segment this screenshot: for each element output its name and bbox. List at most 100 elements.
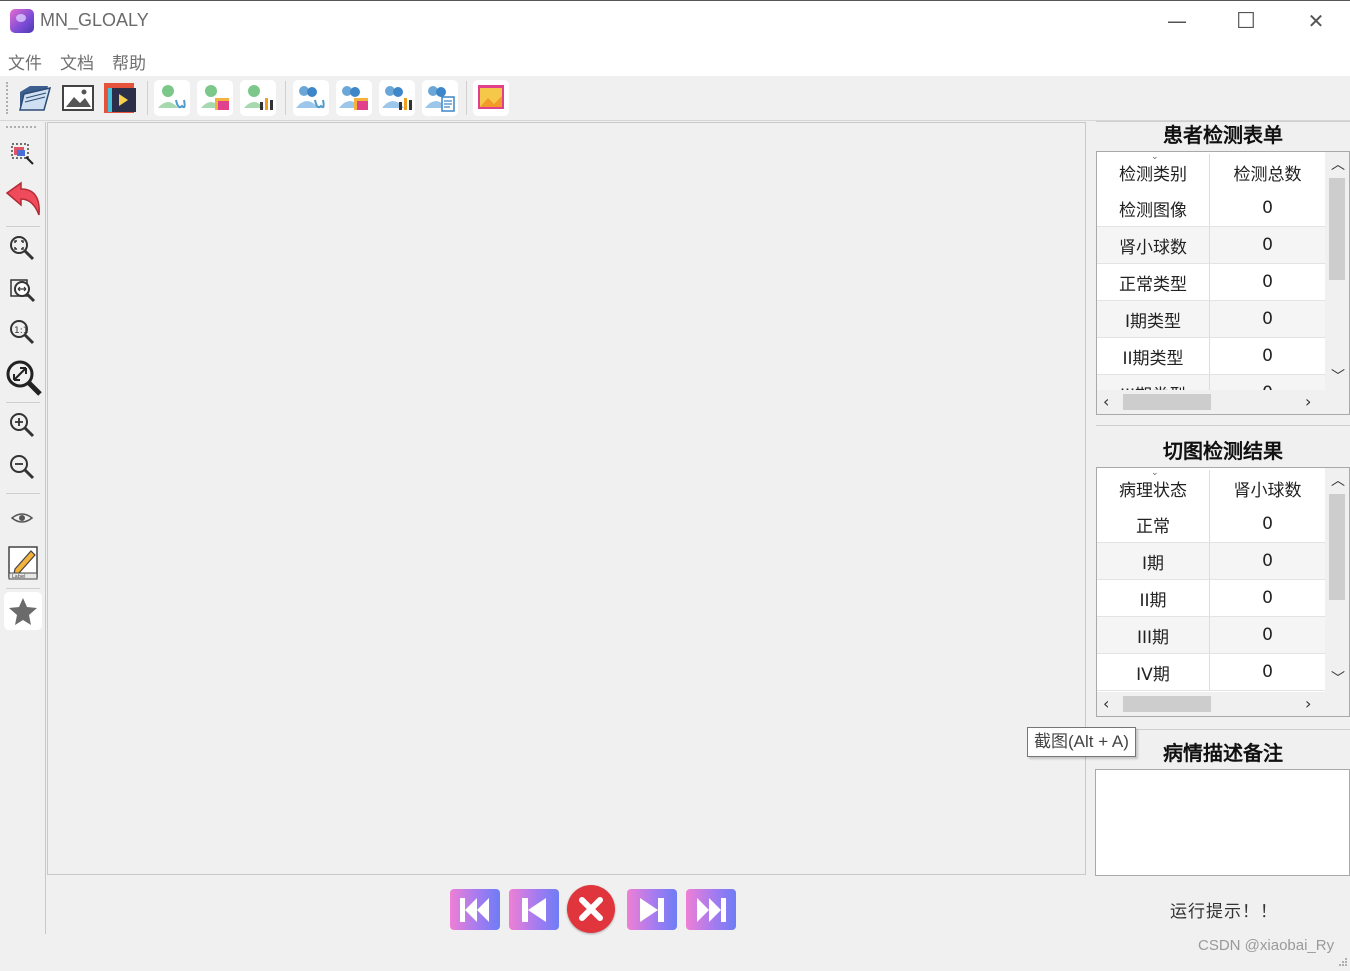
first-icon — [460, 897, 489, 922]
table-header-cell[interactable]: 病理状态 — [1097, 470, 1210, 507]
patient-image-icon[interactable] — [197, 80, 233, 116]
svg-text:Label: Label — [12, 574, 26, 580]
group-detect-icon[interactable] — [293, 80, 329, 116]
scroll-up-icon[interactable]: ︿ — [1331, 470, 1345, 490]
scrollbar-thumb[interactable] — [1329, 178, 1345, 280]
table-cell-label: 正常 — [1097, 506, 1210, 542]
resize-grip-icon[interactable] — [1338, 952, 1348, 966]
eye-icon[interactable] — [4, 500, 40, 536]
undo-icon[interactable] — [2, 178, 44, 220]
zoom-all-icon[interactable] — [2, 356, 44, 398]
table-header-cell[interactable]: 肾小球数 — [1210, 470, 1325, 507]
table-cell-label: II期类型 — [1097, 338, 1210, 374]
table-cell-value: 0 — [1262, 272, 1273, 292]
scrollbar-thumb[interactable] — [1123, 394, 1211, 410]
scrollbar-thumb[interactable] — [1123, 696, 1211, 712]
vertical-scrollbar[interactable]: ︿ ﹀ — [1325, 468, 1349, 692]
patient-detect-icon[interactable] — [154, 80, 190, 116]
table-cell-label: IV期 — [1097, 654, 1210, 690]
label-edit-icon[interactable]: Label — [2, 542, 44, 584]
group-document-icon[interactable] — [422, 80, 458, 116]
last-icon — [697, 897, 726, 922]
zoom-in-icon[interactable] — [4, 407, 40, 443]
menu-help[interactable]: 帮助 — [112, 49, 146, 74]
close-button[interactable]: ✕ — [1281, 0, 1350, 42]
table-cell-value: 0 — [1262, 309, 1273, 329]
notes-textarea[interactable] — [1095, 769, 1350, 876]
side-separator — [6, 588, 40, 589]
table-row[interactable]: I期 0 — [1097, 543, 1325, 580]
star-icon[interactable] — [4, 592, 42, 630]
table-row[interactable]: II期 0 — [1097, 580, 1325, 617]
video-icon[interactable] — [102, 80, 138, 116]
open-folder-icon[interactable] — [16, 80, 52, 116]
menu-file[interactable]: 文件 — [8, 49, 42, 74]
table-cell-value: 0 — [1262, 588, 1273, 608]
next-icon — [640, 897, 664, 922]
table-header-cell[interactable]: 检测类别 — [1097, 154, 1210, 191]
table-row[interactable]: 正常 0 — [1097, 506, 1325, 543]
table-header-cell[interactable]: 检测总数 — [1210, 154, 1325, 191]
table-row[interactable]: I期类型 0 — [1097, 301, 1325, 338]
menu-document[interactable]: 文档 — [60, 49, 94, 74]
table-cell-value: 0 — [1262, 346, 1273, 366]
scrollbar-thumb[interactable] — [1329, 494, 1345, 600]
table-row[interactable]: 正常类型 0 — [1097, 264, 1325, 301]
patient-chart-icon[interactable] — [240, 80, 276, 116]
scroll-down-icon[interactable]: ﹀ — [1331, 668, 1345, 688]
toolbar-separator — [147, 81, 148, 115]
scroll-left-icon[interactable]: ‹ — [1103, 392, 1109, 411]
horizontal-scrollbar[interactable]: ‹ › — [1097, 390, 1349, 414]
table-cell-label: 肾小球数 — [1097, 227, 1210, 263]
table-row[interactable]: 检测图像 0 — [1097, 190, 1325, 227]
zoom-out-icon[interactable] — [4, 449, 40, 485]
table-header-row: 检测类别 检测总数 — [1097, 154, 1325, 191]
zoom-actual-icon[interactable]: 1:1 — [4, 314, 40, 350]
side-separator — [6, 493, 40, 494]
table-cell-label: III期 — [1097, 617, 1210, 653]
scroll-right-icon[interactable]: › — [1305, 694, 1311, 713]
stop-button[interactable] — [567, 885, 615, 933]
table-cell-label: 检测图像 — [1097, 190, 1210, 226]
first-button[interactable] — [450, 889, 500, 930]
table-row[interactable]: IV期 0 — [1097, 654, 1325, 691]
scroll-down-icon[interactable]: ﹀ — [1331, 366, 1345, 386]
table-cell-value: 0 — [1262, 514, 1273, 534]
zoom-width-icon[interactable] — [4, 272, 40, 308]
patient-table[interactable]: ⌄ 检测类别 检测总数 检测图像 0 肾小球数 0 正常类型 0 I期类型 0 … — [1096, 151, 1350, 415]
table-cell-value: 0 — [1262, 551, 1273, 571]
table-cell-label: I期 — [1097, 543, 1210, 579]
screenshot-tooltip: 截图(Alt + A) — [1027, 727, 1136, 757]
patient-table-title: 患者检测表单 — [1163, 123, 1283, 147]
table-row[interactable]: 肾小球数 0 — [1097, 227, 1325, 264]
previous-button[interactable] — [509, 889, 559, 930]
scroll-up-icon[interactable]: ︿ — [1331, 154, 1345, 174]
minimize-button[interactable]: — — [1142, 0, 1212, 42]
group-chart-icon[interactable] — [379, 80, 415, 116]
app-logo-icon — [10, 9, 34, 33]
table-header-row: 病理状态 肾小球数 — [1097, 470, 1325, 507]
side-separator — [6, 402, 40, 403]
side-separator — [6, 226, 40, 227]
crop-result-table[interactable]: ⌄ 病理状态 肾小球数 正常 0 I期 0 II期 0 III期 0 IV期 0… — [1096, 467, 1350, 717]
last-button[interactable] — [686, 889, 736, 930]
menu-bar — [0, 42, 1350, 76]
toolbar-separator — [285, 81, 286, 115]
toolbar-separator — [466, 81, 467, 115]
stop-icon — [579, 897, 603, 921]
image-icon[interactable] — [60, 80, 96, 116]
scroll-left-icon[interactable]: ‹ — [1103, 694, 1109, 713]
gallery-icon[interactable] — [473, 80, 509, 116]
zoom-fit-icon[interactable] — [4, 230, 40, 266]
next-button[interactable] — [627, 889, 677, 930]
table-row[interactable]: II期类型 0 — [1097, 338, 1325, 375]
horizontal-scrollbar[interactable]: ‹ › — [1097, 692, 1349, 716]
image-canvas[interactable] — [47, 122, 1086, 875]
vertical-scrollbar[interactable]: ︿ ﹀ — [1325, 152, 1349, 390]
table-cell-value: 0 — [1262, 235, 1273, 255]
table-row[interactable]: III期 0 — [1097, 617, 1325, 654]
select-region-icon[interactable] — [4, 136, 40, 172]
group-image-icon[interactable] — [336, 80, 372, 116]
maximize-button[interactable]: ☐ — [1211, 0, 1281, 42]
scroll-right-icon[interactable]: › — [1305, 392, 1311, 411]
